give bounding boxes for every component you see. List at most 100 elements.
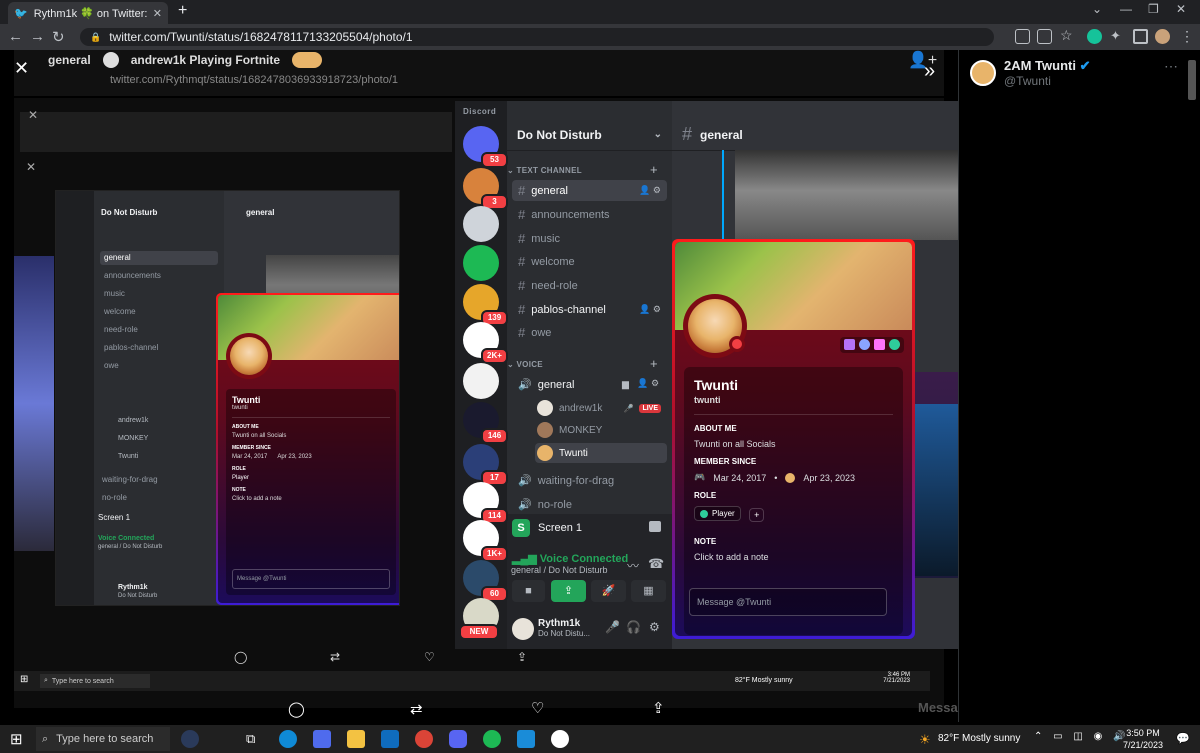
- voice-channel-waiting[interactable]: 🔊 waiting-for-drag: [512, 470, 667, 491]
- windows-start-icon[interactable]: ⊞: [10, 730, 23, 748]
- guild-icon-server-6[interactable]: [463, 363, 499, 399]
- side-panel-icon[interactable]: [1133, 29, 1148, 44]
- create-channel-icon[interactable]: +: [650, 162, 658, 177]
- user-avatar[interactable]: [512, 618, 534, 640]
- forward-arrow-icon[interactable]: →: [30, 28, 45, 45]
- speaker-icon: 🔊: [518, 499, 532, 511]
- reply-icon[interactable]: ◯: [288, 700, 305, 718]
- side-panel-scrollbar[interactable]: [1188, 60, 1196, 100]
- weather-widget-icon[interactable]: [181, 730, 199, 748]
- clock-date: 7/21/2023: [1122, 740, 1164, 750]
- guild-icon-server-3[interactable]: [463, 245, 499, 281]
- create-voice-icon[interactable]: +: [650, 356, 658, 371]
- channel-item-music[interactable]: # music: [512, 228, 667, 249]
- share-icon[interactable]: [1037, 29, 1052, 44]
- channel-settings-icon[interactable]: 👤 ⚙: [639, 185, 661, 196]
- notification-icon[interactable]: 💬: [1176, 732, 1190, 745]
- nested-search-icon: ⌕: [44, 677, 48, 684]
- channel-item-owe[interactable]: # owe: [512, 322, 667, 343]
- discord-app-label: Discord: [463, 107, 497, 116]
- server-name: Do Not Disturb: [517, 127, 602, 142]
- settings-gear-icon[interactable]: ⚙: [651, 378, 659, 389]
- chrome-icon[interactable]: [415, 730, 433, 748]
- close-window-button[interactable]: ✕: [1176, 2, 1186, 16]
- grammarly-extension-icon[interactable]: [1087, 29, 1102, 44]
- channel-name: owe: [531, 326, 552, 339]
- voice-user-twunti[interactable]: Twunti: [535, 443, 667, 463]
- bookmark-star-icon[interactable]: ☆: [1060, 27, 1073, 44]
- voice-location-text: general / Do Not Disturb: [511, 565, 608, 575]
- channel-item-announcements[interactable]: # announcements: [512, 204, 667, 225]
- task-view-icon[interactable]: ⧉: [246, 731, 255, 747]
- hashtag-badge-icon: [889, 339, 900, 350]
- message-user-input[interactable]: Message @Twunti: [689, 588, 887, 616]
- camera-button[interactable]: ■: [512, 580, 545, 602]
- stop-stream-icon[interactable]: [649, 521, 661, 532]
- file-explorer-icon[interactable]: [347, 730, 365, 748]
- collapse-panel-icon[interactable]: »: [924, 60, 935, 83]
- add-member-icon[interactable]: 👤: [637, 378, 648, 389]
- author-avatar[interactable]: [970, 60, 996, 86]
- nested-reply-icon: ◯: [234, 650, 248, 664]
- system-tray-icons[interactable]: ⌃ ▭ ◫ ◉ 🔊: [1034, 731, 1130, 742]
- voice-user-andrew1k[interactable]: andrew1k 🎤 LIVE: [535, 398, 667, 418]
- edge-icon[interactable]: [279, 730, 297, 748]
- restore-button[interactable]: ❐: [1148, 2, 1159, 16]
- noise-suppression-icon[interactable]: 〰: [627, 557, 639, 574]
- share-screen-button[interactable]: ⇪: [551, 580, 586, 602]
- bg-message-hint: Messa: [918, 700, 958, 715]
- guild-badge: 53: [481, 152, 508, 168]
- disconnect-icon[interactable]: ☎: [648, 556, 664, 572]
- tab-search-icon[interactable]: ⌄: [1092, 2, 1102, 16]
- channel-settings-icon[interactable]: 👤 ⚙: [639, 304, 661, 315]
- f-app-icon[interactable]: [517, 730, 535, 748]
- new-tab-button[interactable]: +: [178, 2, 187, 20]
- chrome-menu-icon[interactable]: ⋮: [1180, 28, 1194, 45]
- profile-avatar[interactable]: [1155, 29, 1170, 44]
- discord-taskbar-icon[interactable]: [449, 730, 467, 748]
- taskbar-clock[interactable]: 3:50 PM 7/21/2023: [1118, 728, 1168, 750]
- browser-tab[interactable]: 🐦 Rythm1k 🍀 on Twitter: "@Twunti ✕: [8, 2, 168, 24]
- voice-channel-no-role[interactable]: 🔊 no-role: [512, 494, 667, 515]
- headphones-icon[interactable]: 🎧: [626, 620, 641, 634]
- role-name: Player: [712, 509, 735, 518]
- tab-close-icon[interactable]: ✕: [153, 7, 162, 20]
- channel-item-need-role[interactable]: # need-role: [512, 275, 667, 296]
- channel-item-welcome[interactable]: # welcome: [512, 251, 667, 272]
- chat-bubble-icon[interactable]: ▆: [622, 379, 629, 390]
- like-icon[interactable]: ♡: [531, 699, 544, 717]
- add-role-button[interactable]: +: [749, 507, 765, 522]
- back-arrow-icon[interactable]: ←: [8, 28, 23, 45]
- channel-item-pablos-channel[interactable]: # pablos-channel 👤 ⚙: [512, 299, 667, 320]
- mail-icon[interactable]: [381, 730, 399, 748]
- text-channel-category[interactable]: ⌄ TEXT CHANNEL: [507, 166, 582, 175]
- voice-category[interactable]: ⌄ VOICE: [507, 360, 543, 369]
- soundboard-button[interactable]: ▦: [631, 580, 666, 602]
- close-viewer-icon[interactable]: ✕: [14, 58, 29, 79]
- role-pill[interactable]: Player: [694, 506, 741, 521]
- url-text: twitter.com/Twunti/status/16824781171332…: [109, 30, 413, 44]
- media-player-icon[interactable]: [551, 730, 569, 748]
- minimize-button[interactable]: —: [1120, 2, 1132, 16]
- guild-icon-server-2[interactable]: [463, 206, 499, 242]
- extensions-puzzle-icon[interactable]: ✦: [1110, 28, 1121, 44]
- reload-icon[interactable]: ↻: [52, 28, 65, 46]
- user-settings-icon[interactable]: ⚙: [649, 620, 660, 634]
- channel-item-general[interactable]: # general 👤 ⚙: [512, 180, 667, 201]
- store-icon[interactable]: [313, 730, 331, 748]
- voice-user-monkey[interactable]: MONKEY: [535, 420, 667, 440]
- more-options-icon[interactable]: ⋯: [1164, 58, 1178, 75]
- tweet-author[interactable]: 2AM Twunti ✔ @Twunti: [970, 58, 1091, 88]
- share-tweet-icon[interactable]: ⇪: [652, 699, 665, 717]
- taskbar-search-box[interactable]: ⌕ Type here to search: [36, 727, 170, 751]
- member-since-label: MEMBER SINCE: [694, 457, 757, 466]
- spotify-icon[interactable]: [483, 730, 501, 748]
- weather-text[interactable]: 82°F Mostly sunny: [938, 733, 1020, 744]
- note-input[interactable]: Click to add a note: [694, 552, 893, 562]
- mute-icon[interactable]: 🎤: [605, 620, 620, 634]
- activities-button[interactable]: 🚀: [591, 580, 626, 602]
- install-app-icon[interactable]: [1015, 29, 1030, 44]
- retweet-icon[interactable]: ⇄: [410, 700, 423, 718]
- address-bar[interactable]: 🔒 twitter.com/Twunti/status/168247811713…: [80, 28, 994, 46]
- server-header[interactable]: Do Not Disturb ⌄: [507, 119, 672, 151]
